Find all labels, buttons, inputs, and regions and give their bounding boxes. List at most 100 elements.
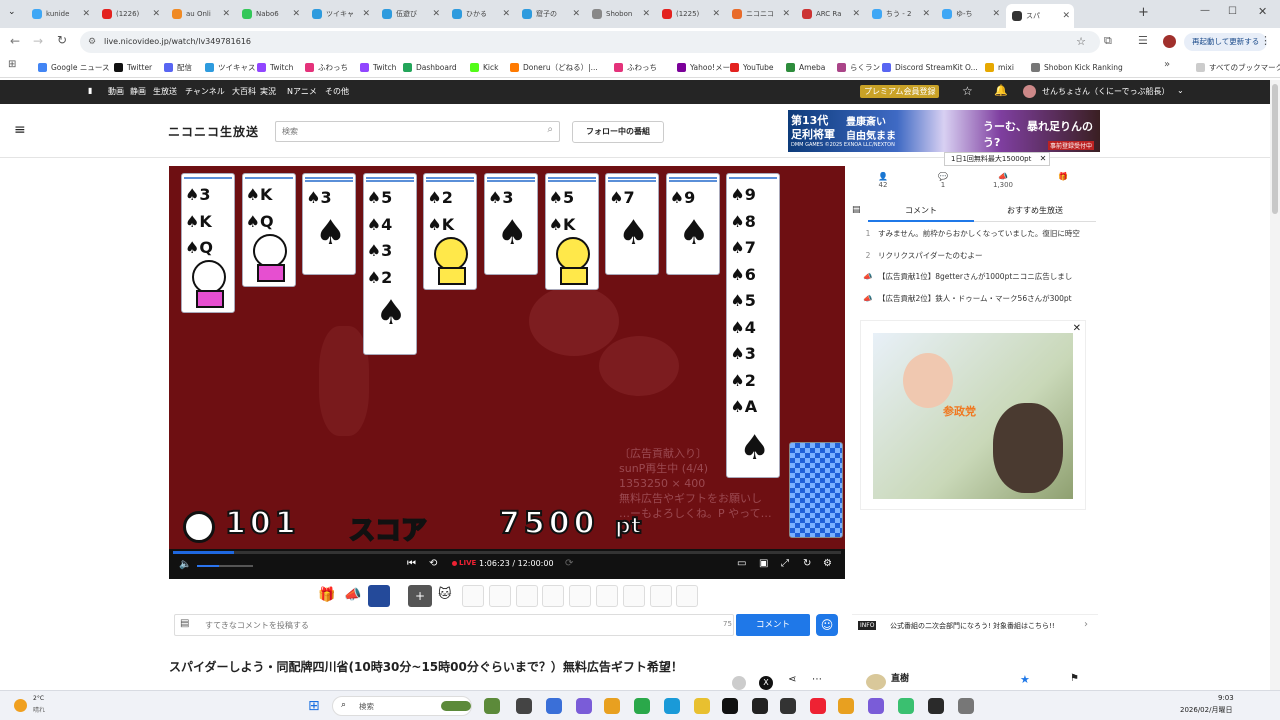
empty-item-slot[interactable] <box>676 585 699 607</box>
close-tab-icon[interactable]: ✕ <box>992 9 1000 19</box>
notification-icon[interactable]: 🔔 <box>994 84 1008 97</box>
bookmark-item[interactable]: ふわっち <box>614 60 657 74</box>
minimize-button[interactable]: — <box>1200 5 1210 16</box>
nicoad-icon[interactable]: 📣 <box>344 587 361 603</box>
add-item-button[interactable]: + <box>408 585 432 607</box>
bookmark-item[interactable]: Discord StreamKit O... <box>882 60 978 74</box>
card-column[interactable]: ♠3 ♠ <box>302 173 357 275</box>
emote-icon[interactable]: 🐱 <box>438 587 452 602</box>
reload-icon[interactable]: ↻ <box>57 33 67 47</box>
taskbar-app-icon[interactable] <box>516 698 532 714</box>
close-tab-icon[interactable]: ✕ <box>222 9 230 19</box>
close-tab-icon[interactable]: ✕ <box>82 9 90 19</box>
browser-tab[interactable]: Shobon ✕ <box>586 4 654 24</box>
bookmark-item[interactable]: Shobon Kick Ranking <box>1031 60 1123 74</box>
user-avatar[interactable] <box>1023 85 1036 98</box>
restart-update-button[interactable]: 再起動して更新する <box>1184 33 1268 51</box>
site-info-icon[interactable]: ⚙ <box>88 31 96 53</box>
nico-home-icon[interactable]: ▮ <box>88 86 92 95</box>
x-share-icon[interactable]: X <box>759 676 773 690</box>
rewind-icon[interactable]: ⏮ <box>407 558 416 569</box>
comment-input-box[interactable]: ▤ 75 <box>174 614 734 636</box>
comment-input[interactable] <box>205 617 685 633</box>
taskbar-app-icon[interactable] <box>546 698 562 714</box>
bookmark-item[interactable]: Twitter <box>114 60 152 74</box>
browser-tab[interactable]: (1226) ✕ <box>96 4 164 24</box>
browser-tab[interactable]: ニコニコ ✕ <box>726 4 794 24</box>
taskbar-search[interactable]: ⌕ 検索 <box>332 696 472 716</box>
volume-icon[interactable]: 🔈 <box>179 559 191 570</box>
settings-gear-icon[interactable]: ⚙ <box>823 558 832 569</box>
following-programs-button[interactable]: フォロー中の番組 <box>572 121 664 143</box>
chevron-right-icon[interactable]: › <box>1084 619 1088 630</box>
author-avatar[interactable] <box>866 674 886 690</box>
nico-nav-item[interactable]: 大百科 <box>232 86 256 97</box>
taskbar-app-icon[interactable] <box>722 698 738 714</box>
game-ad-banner[interactable]: 第13代 足利将軍 豊康斎い 自由気まま うーむ、暴れ足りんのう? DMM GA… <box>788 110 1100 152</box>
browser-tab[interactable]: ゆ-ち ✕ <box>936 4 1004 24</box>
bookmark-item[interactable]: YouTube <box>730 60 774 74</box>
close-tab-icon[interactable]: ✕ <box>642 9 650 19</box>
taskbar-app-icon[interactable] <box>958 698 974 714</box>
empty-item-slot[interactable] <box>596 585 618 607</box>
close-tab-icon[interactable]: ✕ <box>1062 11 1070 21</box>
search-icon[interactable]: ⌕ <box>547 124 553 135</box>
nico-nav-item[interactable]: 生放送 <box>153 86 177 97</box>
empty-item-slot[interactable] <box>488 585 511 607</box>
search-box[interactable]: ⌕ <box>275 121 560 142</box>
browser-tab[interactable]: 伍遊び ✕ <box>376 4 444 24</box>
nico-nav-item[interactable]: 実況 <box>260 86 276 97</box>
fullscreen-icon[interactable]: ⤢ <box>781 558 789 569</box>
favorite-icon[interactable]: ☆ <box>962 84 973 98</box>
tab-comments[interactable]: コメント <box>868 202 974 222</box>
close-tab-icon[interactable]: ✕ <box>362 9 370 19</box>
item-icon[interactable] <box>368 585 390 607</box>
browser-tab[interactable]: スパ ✕ <box>1006 4 1074 28</box>
close-tab-icon[interactable]: ✕ <box>572 9 580 19</box>
bookmark-item[interactable]: 配信 <box>164 60 192 74</box>
taskbar-app-icon[interactable] <box>576 698 592 714</box>
all-bookmarks-button[interactable]: すべてのブックマーク <box>1196 60 1280 74</box>
bookmark-item[interactable]: Doneru（どねる）|... <box>510 60 598 74</box>
empty-item-slot[interactable] <box>569 585 592 607</box>
comment-toggle-icon[interactable]: ▭ <box>737 558 746 569</box>
close-tab-icon[interactable]: ✕ <box>852 9 860 19</box>
window-close-button[interactable]: ✕ <box>1258 5 1267 18</box>
browser-tab[interactable]: 窟子の ✕ <box>516 4 584 24</box>
deal-stock-pile[interactable] <box>789 442 843 538</box>
bookmark-item[interactable]: ふわっち <box>305 60 348 74</box>
screenshot-icon[interactable]: ▣ <box>759 558 768 569</box>
maximize-button[interactable]: ☐ <box>1228 6 1237 17</box>
menu-icon[interactable]: ⋮ <box>1260 34 1271 47</box>
clock-date[interactable]: 2026/02/月曜日 <box>1180 705 1232 715</box>
taskbar-app-icon[interactable] <box>898 698 914 714</box>
bookmark-item[interactable]: ツイキャス <box>205 60 256 74</box>
bookmark-item[interactable]: Twitch <box>360 60 396 74</box>
address-bar[interactable]: ⚙ live.nicovideo.jp/watch/lv349781616 ☆ <box>80 31 1100 53</box>
bookmark-item[interactable]: Yahoo!メール <box>677 60 738 74</box>
comment-row[interactable]: 2 リクリクスパイダーたのむよー <box>858 250 1094 261</box>
card-column[interactable]: ♠5 ♠K <box>544 173 599 290</box>
user-menu-chevron-icon[interactable]: ⌄ <box>1177 86 1184 95</box>
bookmark-item[interactable]: Google ニュース <box>38 60 109 74</box>
card-column[interactable]: ♠9 ♠8 ♠7 ♠6 ♠5 ♠4 ♠3 ♠2 ♠A ♠ <box>726 173 781 478</box>
bookmark-star-icon[interactable]: ☆ <box>1076 31 1086 53</box>
bookmark-item[interactable]: mixi <box>985 60 1014 74</box>
card-column[interactable]: ♠5 ♠4 ♠3 ♠2 ♠ <box>362 173 417 355</box>
taskbar-app-icon[interactable] <box>664 698 680 714</box>
more-icon[interactable]: ⋯ <box>812 674 822 685</box>
browser-tab[interactable]: ひかる ✕ <box>446 4 514 24</box>
close-tab-icon[interactable]: ✕ <box>292 9 300 19</box>
close-icon[interactable]: ✕ <box>1040 153 1047 165</box>
taskbar-app-icon[interactable] <box>780 698 796 714</box>
hamburger-menu-icon[interactable]: ≡ <box>14 122 26 138</box>
empty-item-slot[interactable] <box>462 585 484 607</box>
card-column[interactable]: ♠3 ♠ <box>484 173 538 275</box>
close-tab-icon[interactable]: ✕ <box>712 9 720 19</box>
apps-icon[interactable]: ⊞ <box>8 59 16 70</box>
empty-item-slot[interactable] <box>622 585 645 607</box>
search-input[interactable] <box>276 122 526 140</box>
report-flag-icon[interactable]: ⚑ <box>1070 673 1079 684</box>
profile-avatar[interactable] <box>1163 35 1176 48</box>
nico-nav-item[interactable]: Nアニメ <box>287 86 317 97</box>
